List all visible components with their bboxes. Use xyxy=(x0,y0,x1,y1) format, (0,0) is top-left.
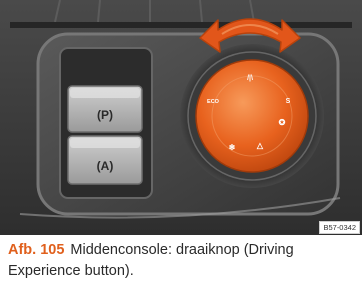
parking-brake-symbol: (P) xyxy=(97,108,113,122)
figure-illustration: (P) (A) /|\ ECO S ✪ ❄ △ B57-0342 xyxy=(0,0,362,235)
parking-brake-button: (P) xyxy=(67,85,143,133)
knob-label-snow: ❄ xyxy=(229,143,236,152)
figure-caption: Afb. 105 Middenconsole: draaiknop (Drivin… xyxy=(8,240,356,282)
console-drawing: (P) (A) /|\ ECO S ✪ ❄ △ xyxy=(0,0,362,235)
console-edge xyxy=(10,22,352,28)
knob-label-sport: S xyxy=(286,98,291,105)
knob-label-eco: ECO xyxy=(207,99,220,105)
autohold-symbol: (A) xyxy=(97,159,114,173)
knob-label-offroad: △ xyxy=(256,141,264,150)
knob-label-top: /|\ xyxy=(247,75,253,82)
driving-experience-knob: /|\ ECO S ✪ ❄ △ xyxy=(195,59,309,173)
knob-label-individual: ✪ xyxy=(278,118,286,127)
autohold-button: (A) xyxy=(67,135,143,185)
figure-reference-code: B57-0342 xyxy=(319,221,360,234)
figure-number: Afb. 105 xyxy=(8,242,65,258)
